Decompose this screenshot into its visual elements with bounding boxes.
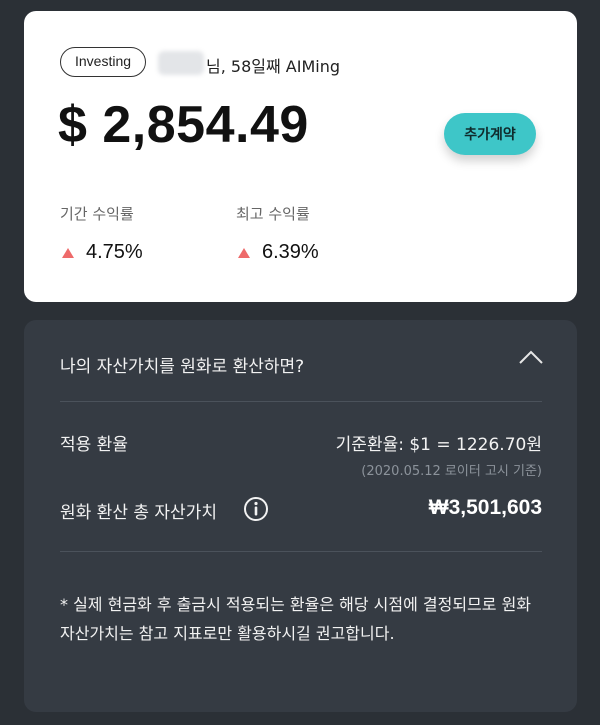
portfolio-summary-card: Investing 님, 58일째 AIMing $ 2,854.49 추가계약… <box>24 11 577 302</box>
max-return-number: 6.39% <box>262 241 319 263</box>
total-balance: $ 2,854.49 <box>58 96 309 154</box>
up-arrow-icon <box>238 247 250 258</box>
total-krw-label: 원화 환산 총 자산가치 <box>60 503 217 523</box>
period-return-label: 기간 수익률 <box>60 205 134 223</box>
divider <box>60 401 542 402</box>
max-return-value: 6.39% <box>238 241 319 264</box>
add-contract-button[interactable]: 추가계약 <box>444 113 536 155</box>
disclaimer-note: * 실제 현금화 후 출금시 적용되는 환율은 해당 시점에 결정되므로 원화 … <box>60 595 532 643</box>
applied-rate-label: 적용 환율 <box>60 435 128 455</box>
period-return-value: 4.75% <box>62 241 143 264</box>
krw-conversion-card: 나의 자산가치를 원화로 환산하면? 적용 환율 기준환율: $1 = 1226… <box>24 320 577 712</box>
exchange-rate-date: (2020.05.12 로이터 고시 기준) <box>361 464 542 479</box>
up-arrow-icon <box>62 247 74 258</box>
period-return-number: 4.75% <box>86 241 143 263</box>
exchange-rate: 기준환율: $1 = 1226.70원 <box>335 435 542 455</box>
greeting-text: 님, 58일째 AIMing <box>206 57 340 76</box>
investing-badge: Investing <box>60 47 147 77</box>
conversion-title: 나의 자산가치를 원화로 환산하면? <box>60 357 305 377</box>
info-icon[interactable] <box>243 496 269 522</box>
total-krw-value: ₩3,501,603 <box>428 496 542 519</box>
chevron-up-icon[interactable] <box>518 348 544 366</box>
max-return-label: 최고 수익률 <box>236 205 310 223</box>
blurred-username <box>158 51 204 75</box>
divider <box>60 551 542 552</box>
